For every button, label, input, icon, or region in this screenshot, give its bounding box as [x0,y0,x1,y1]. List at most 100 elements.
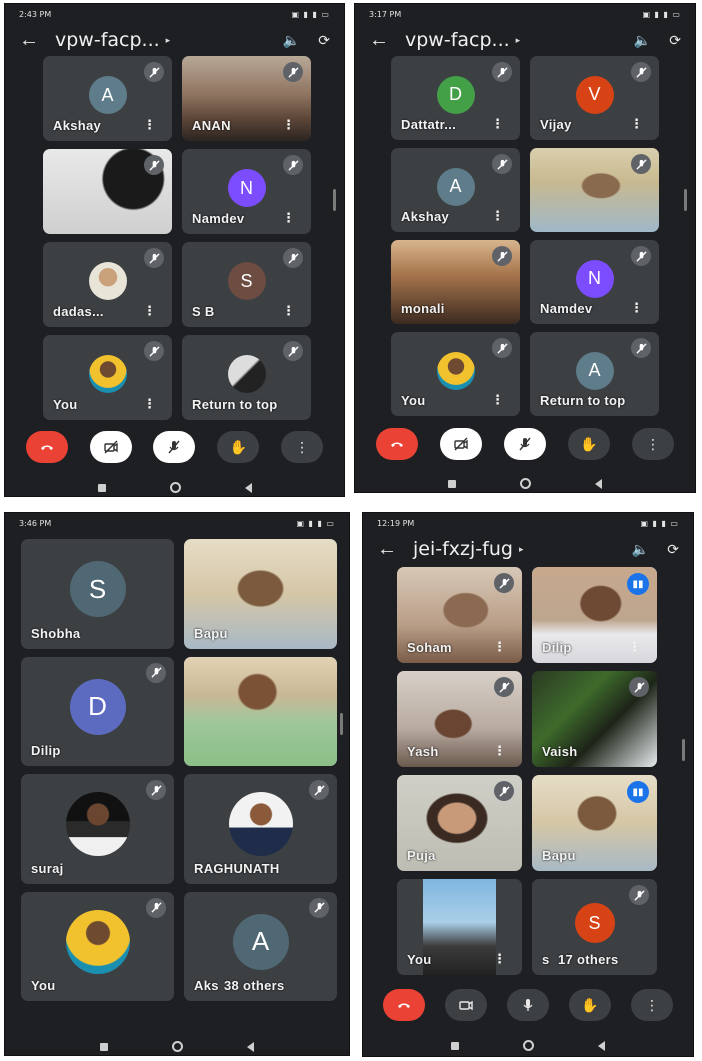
participant-tile-self[interactable]: You ⋮ [397,879,522,975]
android-nav-bar [363,1040,693,1051]
more-vertical-icon[interactable]: ⋮ [493,743,506,759]
more-options-button[interactable]: ⋮ [632,428,674,460]
more-options-button[interactable]: ⋮ [631,989,673,1021]
participant-tile[interactable]: Puja [397,775,522,871]
participant-tile[interactable]: S S B ⋮ [182,242,311,327]
scrollbar[interactable] [333,189,336,211]
end-call-button[interactable] [376,428,418,460]
end-call-button[interactable] [25,431,68,463]
camera-off-button[interactable] [440,428,482,460]
more-vertical-icon[interactable]: ⋮ [491,392,504,408]
more-options-button[interactable]: ⋮ [281,431,324,463]
arrow-left-icon[interactable]: ← [377,538,413,561]
meeting-code[interactable]: vpw-facp... [405,29,510,51]
raise-hand-button[interactable]: ✋ [217,431,260,463]
mic-button[interactable] [507,989,549,1021]
participant-tile[interactable]: Bapu [184,539,337,649]
participant-tile[interactable] [530,148,659,232]
participant-tile[interactable]: D Dattatr... ⋮ [391,56,520,140]
participant-tile-self[interactable]: You ⋮ [43,335,172,420]
back-nav-icon[interactable] [595,478,602,489]
speaker-icon[interactable]: 🔈 [632,541,649,558]
participant-tile[interactable]: Yash ⋮ [397,671,522,767]
status-bar: 12:19 PM ▣ ▮ ▮ ▭ [363,513,693,533]
participant-tile[interactable]: RAGHUNATH [184,774,337,884]
participant-tile[interactable]: Soham ⋮ [397,567,522,663]
camera-off-button[interactable] [89,431,132,463]
speaker-icon[interactable]: 🔈 [634,32,651,49]
switch-camera-icon[interactable]: ⟳ [667,541,679,558]
caret-right-icon[interactable]: ▸ [516,35,521,46]
back-nav-icon[interactable] [598,1040,605,1051]
participant-tile[interactable]: dadas... ⋮ [43,242,172,327]
android-nav-bar [5,482,344,493]
participant-tile[interactable]: A Akshay ⋮ [391,148,520,232]
participant-name: RAGHUNATH [194,860,280,876]
back-nav-icon[interactable] [247,1041,254,1052]
return-to-top-tile[interactable]: A Return to top [530,332,659,416]
more-vertical-icon[interactable]: ⋮ [282,117,295,133]
more-vertical-icon[interactable]: ⋮ [143,117,156,133]
more-vertical-icon[interactable]: ⋮ [630,300,643,316]
more-vertical-icon[interactable]: ⋮ [491,116,504,132]
participant-tile[interactable]: N Namdev ⋮ [182,149,311,234]
participant-tile-self[interactable]: You ⋮ [391,332,520,416]
mic-off-button[interactable] [504,428,546,460]
more-vertical-icon[interactable]: ⋮ [282,303,295,319]
participant-tile[interactable]: N Namdev ⋮ [530,240,659,324]
recents-icon[interactable] [97,483,106,492]
more-vertical-icon[interactable]: ⋮ [143,396,156,412]
more-vertical-icon[interactable]: ⋮ [491,208,504,224]
switch-camera-icon[interactable]: ⟳ [318,32,330,49]
recents-icon[interactable] [100,1042,108,1051]
participant-tile[interactable]: ANAN ⋮ [182,56,311,141]
more-vertical-icon[interactable]: ⋮ [143,303,156,319]
more-vertical-icon[interactable]: ⋮ [628,639,641,655]
more-vertical-icon[interactable]: ⋮ [282,210,295,226]
participant-tile[interactable]: ▮▮ Bapu [532,775,657,871]
back-nav-icon[interactable] [244,482,252,493]
participant-name: monali [401,301,445,316]
more-vertical-icon[interactable]: ⋮ [630,116,643,132]
participant-tile[interactable]: D Dilip [21,656,174,766]
scrollbar[interactable] [684,189,687,211]
arrow-left-icon[interactable]: ← [19,29,55,52]
recents-icon[interactable] [448,479,456,488]
meeting-code[interactable]: vpw-facp... [55,29,160,51]
participant-tile[interactable]: A Akshay ⋮ [43,56,172,141]
meet-screen-3: 3:46 PM ▣ ▮ ▮ ▭ S Shobha Bapu D Dilip su… [4,512,350,1056]
scrollbar[interactable] [340,713,343,735]
arrow-left-icon[interactable]: ← [369,29,405,52]
participant-tile[interactable]: suraj [21,774,174,884]
home-icon[interactable] [523,1040,534,1051]
participant-tile-active[interactable] [184,656,337,766]
participant-tile[interactable]: V Vijay ⋮ [530,56,659,140]
participant-tile[interactable]: S Shobha [21,539,174,649]
caret-right-icon[interactable]: ▸ [166,35,171,46]
avatar [65,792,130,857]
recents-icon[interactable] [451,1041,459,1050]
more-vertical-icon[interactable]: ⋮ [493,639,506,655]
participant-tile[interactable]: Vaish [532,671,657,767]
participant-tile[interactable]: monali [391,240,520,324]
participant-tile-active[interactable]: ▮▮ Dilip ⋮ [532,567,657,663]
raise-hand-button[interactable]: ✋ [568,428,610,460]
switch-camera-icon[interactable]: ⟳ [669,32,681,49]
mic-off-button[interactable] [153,431,196,463]
scrollbar[interactable] [682,739,685,761]
participant-tile[interactable] [43,149,172,234]
end-call-button[interactable] [383,989,425,1021]
caret-right-icon[interactable]: ▸ [519,544,524,555]
participant-tile-self[interactable]: You [21,891,174,1001]
camera-button[interactable] [445,989,487,1021]
raise-hand-button[interactable]: ✋ [569,989,611,1021]
others-tile[interactable]: S s 17 others [532,879,657,975]
home-icon[interactable] [172,1041,183,1052]
return-to-top-tile[interactable]: Return to top [182,335,311,420]
home-icon[interactable] [169,482,181,493]
home-icon[interactable] [520,478,531,489]
speaker-icon[interactable]: 🔈 [283,32,300,49]
meeting-code[interactable]: jei-fxzj-fug [413,538,513,560]
more-vertical-icon[interactable]: ⋮ [493,951,506,967]
others-tile[interactable]: A Aks 38 others [184,891,337,1001]
